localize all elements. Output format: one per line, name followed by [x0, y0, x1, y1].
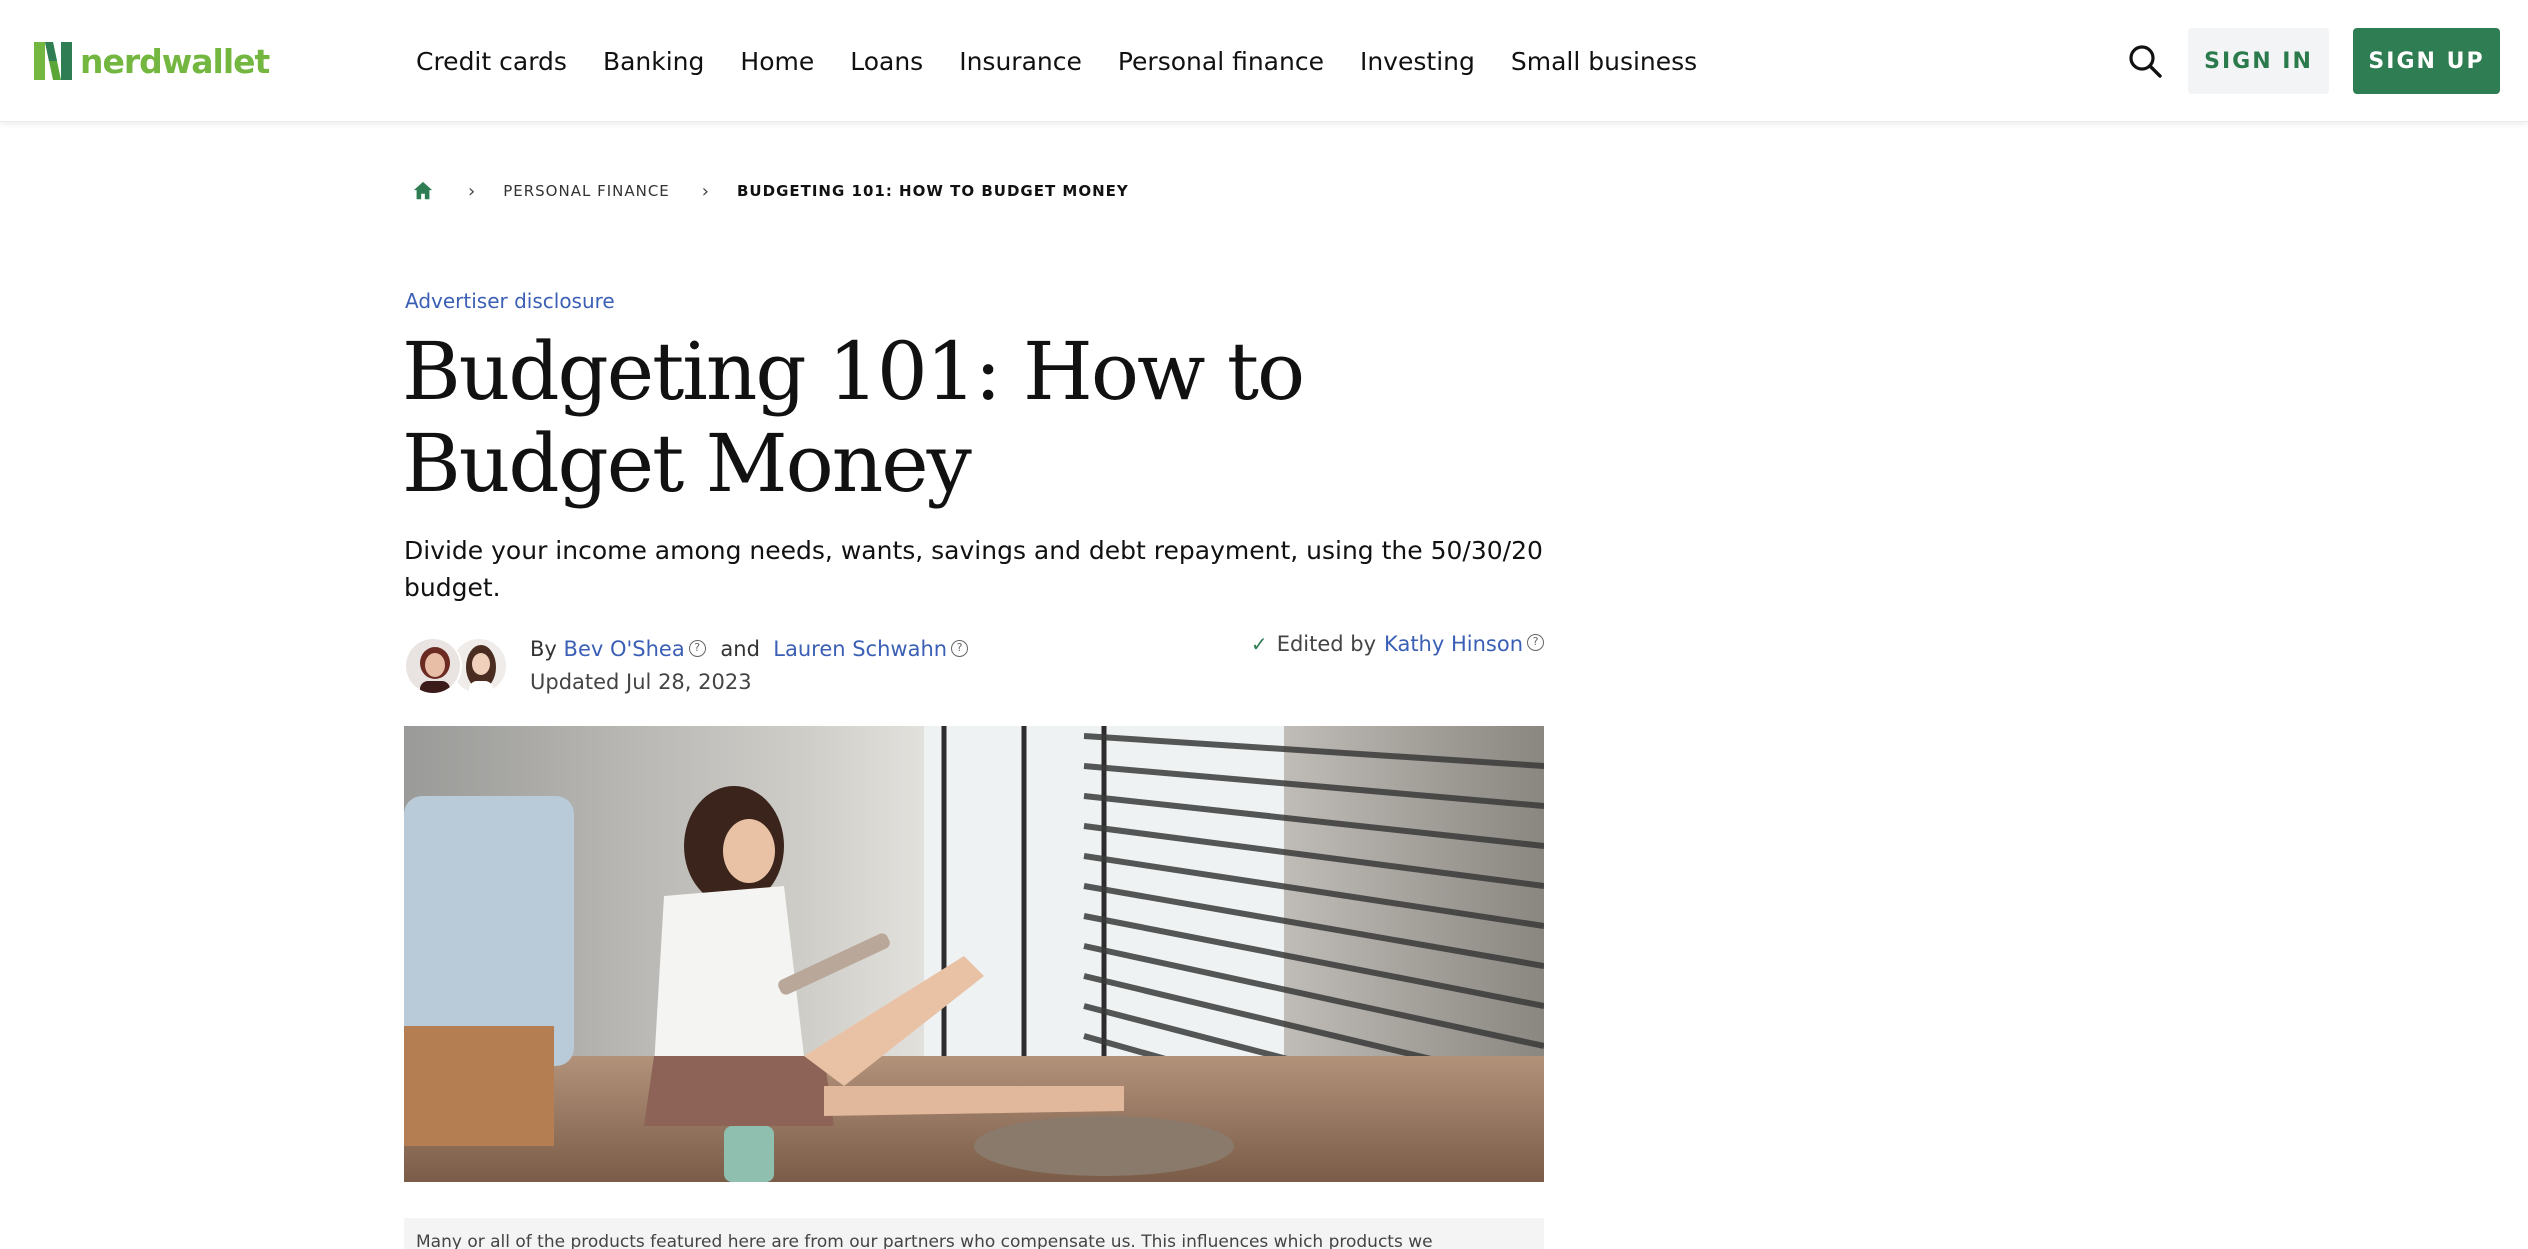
hero-image: [404, 726, 1544, 1182]
advertiser-disclosure-link[interactable]: Advertiser disclosure: [405, 289, 615, 313]
sign-up-button[interactable]: SIGN UP: [2353, 28, 2500, 94]
nerdwallet-logo[interactable]: nerdwallet: [34, 40, 270, 82]
nav-insurance[interactable]: Insurance: [959, 47, 1082, 76]
help-icon[interactable]: ?: [688, 639, 706, 657]
byline-by: By: [530, 637, 557, 661]
breadcrumb: › PERSONAL FINANCE › BUDGETING 101: HOW …: [412, 176, 1129, 206]
site-header: nerdwallet Credit cards Banking Home Loa…: [0, 0, 2528, 122]
help-icon[interactable]: ?: [951, 639, 969, 657]
help-icon[interactable]: ?: [1527, 633, 1544, 651]
nav-personal-finance[interactable]: Personal finance: [1118, 47, 1324, 76]
breadcrumb-personal-finance[interactable]: PERSONAL FINANCE: [503, 182, 670, 200]
chevron-right-icon: ›: [701, 180, 709, 202]
home-icon: [413, 181, 433, 200]
edited-by-label: Edited by: [1276, 632, 1377, 656]
breadcrumb-current: BUDGETING 101: HOW TO BUDGET MONEY: [737, 182, 1129, 200]
nerdwallet-logo-icon: [34, 42, 72, 80]
nav-banking[interactable]: Banking: [603, 47, 704, 76]
article-subtitle: Divide your income among needs, wants, s…: [404, 536, 1543, 602]
breadcrumb-home[interactable]: [412, 179, 436, 203]
nav-home[interactable]: Home: [740, 47, 814, 76]
avatar[interactable]: [404, 637, 462, 695]
edited-by: ✓ Edited by Kathy Hinson?: [1251, 632, 1544, 656]
logo-text: nerdwallet: [80, 41, 270, 81]
nav-loans[interactable]: Loans: [850, 47, 923, 76]
byline: By Bev O'Shea? and Lauren Schwahn?: [530, 634, 976, 664]
byline-and: and: [720, 637, 760, 661]
nav-credit-cards[interactable]: Credit cards: [416, 47, 567, 76]
updated-date: Updated Jul 28, 2023: [530, 670, 752, 694]
nav-small-business[interactable]: Small business: [1511, 47, 1697, 76]
main-nav: Credit cards Banking Home Loans Insuranc…: [416, 40, 1733, 82]
search-button[interactable]: [2126, 42, 2164, 80]
editor-link-kathy-hinson[interactable]: Kathy Hinson: [1384, 632, 1523, 656]
author-avatars: [404, 637, 508, 695]
author-link-lauren-schwahn[interactable]: Lauren Schwahn: [773, 637, 947, 661]
chevron-right-icon: ›: [468, 180, 476, 202]
author-link-bev-oshea[interactable]: Bev O'Shea: [564, 637, 685, 661]
sign-in-button[interactable]: SIGN IN: [2188, 28, 2329, 94]
nav-investing[interactable]: Investing: [1360, 47, 1475, 76]
page-title: Budgeting 101: How to Budget Money: [402, 325, 1305, 510]
search-icon: [2129, 45, 2162, 78]
partner-disclaimer: Many or all of the products featured her…: [404, 1218, 1544, 1249]
check-icon: ✓: [1250, 632, 1268, 656]
